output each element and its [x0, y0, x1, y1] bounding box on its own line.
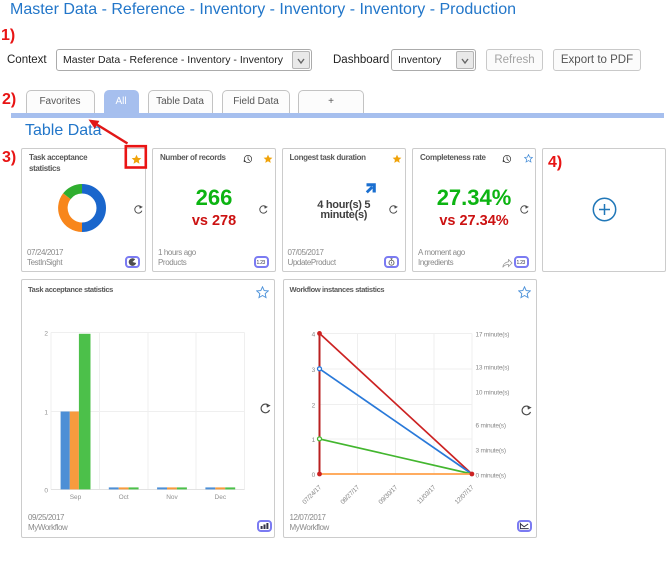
svg-text:1: 1 — [311, 437, 315, 444]
svg-text:10 minute(s): 10 minute(s) — [475, 389, 509, 396]
svg-text:1: 1 — [44, 410, 48, 417]
svg-text:12/07/17: 12/07/17 — [453, 484, 475, 506]
svg-text:Oct: Oct — [119, 494, 129, 501]
svg-text:08/27/17: 08/27/17 — [339, 484, 361, 506]
svg-text:11/03/17: 11/03/17 — [415, 484, 437, 506]
svg-text:07/24/17: 07/24/17 — [301, 484, 323, 506]
svg-text:4: 4 — [311, 331, 315, 338]
svg-text:09/30/17: 09/30/17 — [377, 484, 399, 506]
svg-text:0 minute(s): 0 minute(s) — [475, 472, 505, 479]
svg-text:0: 0 — [44, 487, 48, 494]
svg-text:2: 2 — [311, 402, 315, 409]
svg-text:0: 0 — [311, 472, 315, 479]
svg-text:Dec: Dec — [215, 494, 227, 501]
svg-text:3: 3 — [311, 367, 315, 374]
svg-text:2: 2 — [44, 331, 48, 338]
svg-text:Sep: Sep — [70, 494, 82, 501]
svg-text:17 minute(s): 17 minute(s) — [475, 331, 509, 338]
svg-text:13 minute(s): 13 minute(s) — [475, 365, 509, 372]
svg-text:6 minute(s): 6 minute(s) — [475, 423, 505, 430]
svg-text:3 minute(s): 3 minute(s) — [475, 447, 505, 454]
svg-text:Nov: Nov — [166, 494, 178, 501]
